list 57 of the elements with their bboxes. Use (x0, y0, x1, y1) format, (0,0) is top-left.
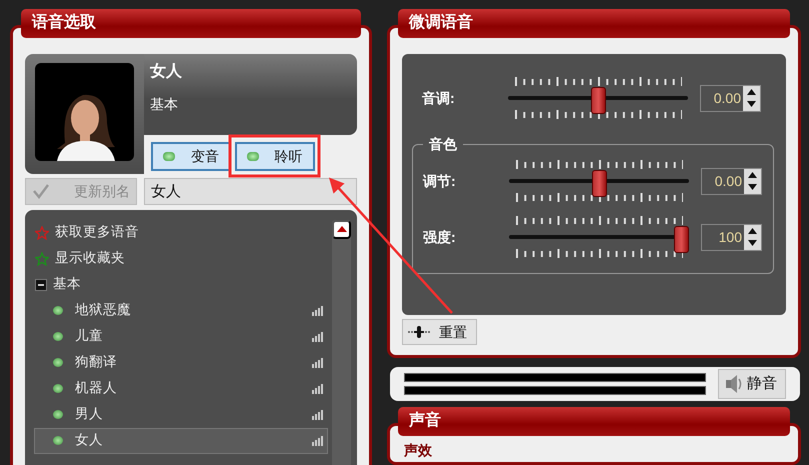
spin-box[interactable]: 0.00 (701, 168, 762, 194)
collapse-icon[interactable] (35, 278, 47, 290)
voice-item[interactable]: 女人 (34, 428, 328, 454)
led-icon (246, 152, 258, 161)
down-arrow-icon[interactable] (747, 101, 756, 108)
slider-label: 强度: (422, 228, 457, 246)
up-arrow-icon[interactable] (747, 88, 756, 95)
led-icon (163, 152, 175, 161)
panel-title: 语音选取 (21, 9, 361, 38)
voice-item[interactable]: 机器人 (34, 376, 328, 402)
voice-item[interactable]: 儿童 (34, 324, 328, 350)
scroll-up-button[interactable] (332, 220, 351, 238)
voice-item[interactable]: 男人 (34, 402, 328, 428)
led-button[interactable]: 变音 (151, 142, 231, 171)
signal-icon (312, 358, 323, 368)
status-dot-icon (53, 306, 63, 315)
down-arrow-icon[interactable] (748, 240, 757, 246)
slider-label: 音调: (421, 88, 456, 108)
signal-icon (312, 436, 323, 446)
slider-thumb[interactable] (592, 170, 606, 197)
spin-box[interactable]: 100 (701, 224, 762, 250)
up-arrow-icon (336, 226, 346, 232)
group-title: 声效 (404, 441, 432, 460)
fader-icon (407, 326, 431, 338)
voice-item[interactable]: 地狱恶魔 (34, 298, 328, 324)
up-arrow-icon[interactable] (748, 228, 757, 234)
signal-icon (312, 384, 323, 394)
voice-category: 基本 (150, 95, 179, 114)
slider[interactable] (508, 75, 688, 121)
status-dot-icon (53, 436, 63, 445)
slider[interactable] (509, 158, 689, 204)
reset-button[interactable]: 重置 (402, 319, 477, 345)
status-dot-icon (53, 358, 63, 367)
spin-box[interactable]: 0.00 (700, 84, 761, 112)
status-dot-icon (53, 384, 63, 393)
voice-item[interactable]: 狗翻译 (34, 350, 328, 376)
slider-thumb[interactable] (590, 87, 606, 114)
up-arrow-icon[interactable] (748, 172, 757, 178)
status-dot-icon (53, 332, 63, 341)
signal-icon (312, 306, 323, 316)
down-arrow-icon[interactable] (748, 184, 757, 190)
panel-title: 声音 (398, 407, 790, 436)
check-icon (32, 183, 50, 199)
list-action[interactable]: 获取更多语音 (34, 220, 328, 246)
voice-name: 女人 (150, 62, 183, 82)
speaker-icon (723, 374, 743, 394)
status-dot-icon (53, 410, 63, 419)
slider[interactable] (509, 214, 689, 260)
led-button[interactable]: 聆听 (234, 142, 314, 171)
mute-button[interactable]: 静音 (718, 369, 786, 399)
signal-icon (312, 410, 323, 420)
panel-title: 微调语音 (398, 9, 790, 38)
list-action[interactable]: 显示收藏夹 (34, 246, 328, 272)
signal-icon (312, 332, 323, 342)
group-header[interactable]: 基本 (34, 272, 328, 298)
slider-label: 调节: (422, 172, 457, 190)
slider-thumb[interactable] (674, 226, 689, 253)
